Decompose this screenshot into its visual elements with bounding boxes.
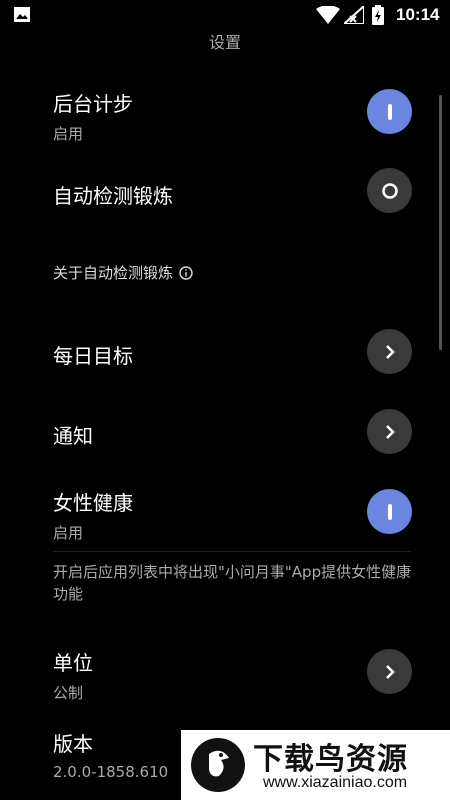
about-auto-detect-label: 关于自动检测锻炼 xyxy=(53,264,174,282)
watermark-name: 下载鸟资源 xyxy=(253,742,408,777)
battery-charging-icon xyxy=(372,5,384,25)
setting-female-health[interactable]: 女性健康 启用 xyxy=(53,487,413,543)
notifications-button[interactable] xyxy=(367,409,412,454)
watermark-logo xyxy=(191,738,245,792)
image-icon xyxy=(14,7,30,22)
chevron-right-icon xyxy=(385,664,395,679)
setting-status: 启用 xyxy=(53,125,84,143)
chevron-right-icon xyxy=(385,344,395,359)
setting-background-steps[interactable]: 后台计步 启用 xyxy=(53,88,413,144)
status-time: 10:14 xyxy=(396,5,440,24)
female-health-toggle[interactable] xyxy=(367,489,412,534)
wifi-icon xyxy=(316,6,340,24)
setting-label: 后台计步 xyxy=(53,92,133,116)
toggle-off-icon xyxy=(381,182,398,199)
setting-label: 单位 xyxy=(53,651,93,675)
page-title: 设置 xyxy=(208,33,241,52)
chevron-right-icon xyxy=(385,424,395,439)
units-button[interactable] xyxy=(367,649,412,694)
watermark: 下载鸟资源 www.xiazainiao.com xyxy=(181,730,450,800)
setting-label: 自动检测锻炼 xyxy=(53,184,173,208)
setting-daily-goal[interactable]: 每日目标 xyxy=(53,340,413,369)
setting-label: 女性健康 xyxy=(53,491,133,515)
info-icon xyxy=(179,265,193,280)
daily-goal-button[interactable] xyxy=(367,329,412,374)
background-steps-toggle[interactable] xyxy=(367,89,412,134)
toggle-on-icon xyxy=(387,103,392,120)
divider xyxy=(53,551,411,552)
scrollbar[interactable] xyxy=(439,95,442,350)
female-health-description: 开启后应用列表中将出现"小问月事"App提供女性健康功能 xyxy=(53,563,412,603)
status-bar: 10:14 xyxy=(0,0,450,30)
setting-label: 每日目标 xyxy=(53,344,133,368)
setting-label: 通知 xyxy=(53,424,93,448)
bird-icon xyxy=(209,750,229,777)
toggle-on-icon xyxy=(387,503,392,520)
setting-status: 公制 xyxy=(53,684,84,702)
setting-units[interactable]: 单位 公制 xyxy=(53,647,413,703)
setting-notifications[interactable]: 通知 xyxy=(53,420,413,449)
auto-detect-toggle[interactable] xyxy=(367,168,412,213)
signal-icon xyxy=(344,6,364,24)
setting-auto-detect[interactable]: 自动检测锻炼 xyxy=(53,180,413,209)
watermark-url: www.xiazainiao.com xyxy=(263,774,408,791)
setting-status: 启用 xyxy=(53,524,84,542)
about-auto-detect-link[interactable]: 关于自动检测锻炼 xyxy=(53,262,193,283)
